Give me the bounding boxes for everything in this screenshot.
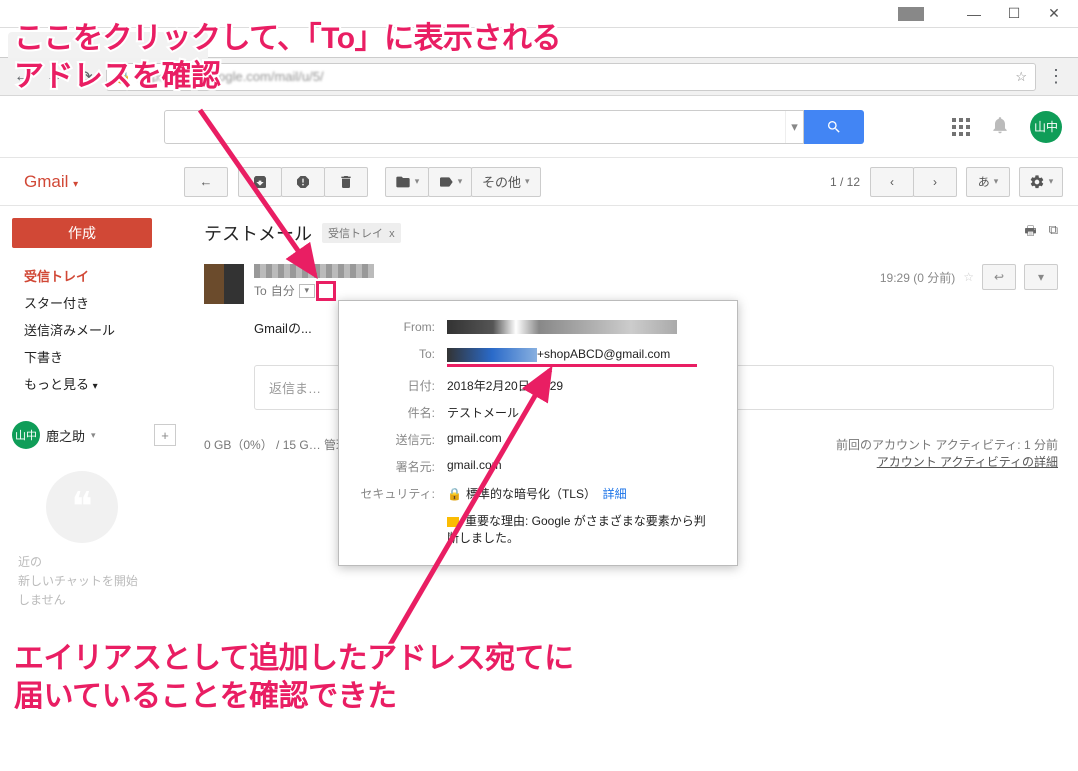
url-input[interactable]: 🔒 https://mail.google.com/mail/u/5/ ☆ <box>106 63 1036 91</box>
reply-placeholder: 返信ま… <box>269 378 321 397</box>
show-details-button[interactable]: ▾ <box>299 284 315 298</box>
message-time: 19:29 (0 分前) <box>880 269 955 286</box>
date-label: 日付: <box>349 372 441 399</box>
window-titlebar: — ☐ ✕ <box>0 0 1078 28</box>
apps-icon[interactable] <box>952 118 970 136</box>
message-header: To 自分 ▾ 19:29 (0 分前) ☆ ↩ ▾ <box>204 264 1058 304</box>
sidebar-item-sent[interactable]: 送信済みメール <box>0 316 184 343</box>
bookmark-star-icon[interactable]: ☆ <box>1015 69 1027 85</box>
compose-button[interactable]: 作成 <box>12 218 152 248</box>
browser-tabstrip <box>0 28 1078 58</box>
sidebar-item-starred[interactable]: スター付き <box>0 289 184 316</box>
from-value-redacted <box>447 320 677 334</box>
archive-button[interactable] <box>238 167 282 197</box>
sidebar-item-inbox[interactable]: 受信トレイ <box>0 262 184 289</box>
google-header: ▾ 山中 <box>0 96 1078 158</box>
back-to-inbox-button[interactable]: ← <box>184 167 228 197</box>
to-value-redacted <box>447 348 537 362</box>
signed-label: 署名元: <box>349 453 441 480</box>
important-reason: 重要な理由: Google がさまざまな要素から判断しました。 <box>447 514 706 545</box>
sidebar-item-more[interactable]: もっと見る ▾ <box>0 370 184 397</box>
mail-subject: テストメール <box>204 220 312 246</box>
print-icon[interactable]: 🖶 <box>1024 222 1036 244</box>
from-label: From: <box>349 315 441 342</box>
older-button[interactable]: › <box>913 167 957 197</box>
browser-tab[interactable] <box>8 32 208 58</box>
security-details-link[interactable]: 詳細 <box>603 487 627 501</box>
account-avatar[interactable]: 山中 <box>1030 111 1062 143</box>
sidebar: 作成 受信トレイ スター付き 送信済みメール 下書き もっと見る ▾ 山中 鹿之… <box>0 206 184 771</box>
signed-value: gmail.com <box>441 453 719 480</box>
security-value: 標準的な暗号化（TLS） <box>466 487 596 501</box>
star-icon[interactable]: ☆ <box>963 270 974 284</box>
to-prefix: To <box>254 284 267 298</box>
move-to-button[interactable]: ▾ <box>385 167 429 197</box>
message-count: 1 / 12 <box>830 175 860 189</box>
ime-button[interactable]: あ▾ <box>966 167 1010 197</box>
sender-name-redacted <box>254 264 374 278</box>
forward-button[interactable]: → <box>42 65 66 89</box>
sidebar-faded-text: 近の 新しいチャットを開始 しません <box>0 543 184 611</box>
gear-icon <box>1029 174 1045 190</box>
to-value-suffix: +shopABCD@gmail.com <box>537 347 670 361</box>
activity-text: 前回のアカウント アクティビティ: 1 分前 <box>836 436 1058 453</box>
spam-button[interactable] <box>281 167 325 197</box>
search-options-caret[interactable]: ▾ <box>785 111 803 143</box>
lock-icon: 🔒 <box>447 487 462 501</box>
sender-domain-label: 送信元: <box>349 426 441 453</box>
sender-avatar <box>204 264 244 304</box>
more-actions-button[interactable]: ▾ <box>1024 264 1058 290</box>
search-icon <box>826 119 842 135</box>
important-flag-icon <box>447 517 459 527</box>
window-minimize-button[interactable]: — <box>954 2 994 26</box>
storage-text: 0 GB（0%） / 15 G… 管理 <box>204 436 348 470</box>
browser-menu-button[interactable]: ⋮ <box>1044 66 1068 87</box>
sidebar-item-drafts[interactable]: 下書き <box>0 343 184 370</box>
date-value: 2018年2月20日 19:29 <box>441 372 719 399</box>
to-self: 自分 <box>271 282 295 299</box>
gmail-search-input[interactable]: ▾ <box>164 110 804 144</box>
sender-domain-value: gmail.com <box>441 426 719 453</box>
subject-value: テストメール <box>441 399 719 426</box>
labels-button[interactable]: ▾ <box>428 167 472 197</box>
hangouts-contact[interactable]: 山中 鹿之助 ▾ + <box>0 417 184 453</box>
contact-avatar: 山中 <box>12 421 40 449</box>
mail-label-chip[interactable]: 受信トレイ x <box>322 223 401 243</box>
reload-button[interactable]: ⟳ <box>74 65 98 89</box>
message-details-popover: From: To: +shopABCD@gmail.com 日付: 2018年2… <box>338 300 738 566</box>
window-close-button[interactable]: ✕ <box>1034 2 1074 26</box>
url-text: https://mail.google.com/mail/u/5/ <box>137 69 323 84</box>
new-chat-button[interactable]: + <box>154 424 176 446</box>
activity-details-link[interactable]: アカウント アクティビティの詳細 <box>877 455 1058 469</box>
title-redacted <box>898 7 924 21</box>
contact-name: 鹿之助 <box>46 426 85 445</box>
search-button[interactable] <box>804 110 864 144</box>
settings-button[interactable]: ▾ <box>1019 167 1063 197</box>
subject-label: 件名: <box>349 399 441 426</box>
notifications-icon[interactable] <box>990 115 1010 138</box>
to-underline-annotation <box>447 364 697 367</box>
back-button[interactable]: ← <box>10 65 34 89</box>
to-label: To: <box>349 342 441 372</box>
newer-button[interactable]: ‹ <box>870 167 914 197</box>
mail-toolbar: Gmail ▾ ← ▾ ▾ その他▾ 1 / 12 ‹ › あ▾ ▾ <box>0 158 1078 206</box>
gmail-label[interactable]: Gmail ▾ <box>24 172 184 192</box>
hangouts-placeholder-icon: ❝ <box>46 471 118 543</box>
security-label: セキュリティ: <box>349 480 441 507</box>
delete-button[interactable] <box>324 167 368 197</box>
more-button[interactable]: その他▾ <box>471 167 541 197</box>
reply-button[interactable]: ↩ <box>982 264 1016 290</box>
popout-icon[interactable]: ⧉ <box>1049 222 1058 244</box>
window-maximize-button[interactable]: ☐ <box>994 2 1034 26</box>
browser-addressbar: ← → ⟳ 🔒 https://mail.google.com/mail/u/5… <box>0 58 1078 96</box>
